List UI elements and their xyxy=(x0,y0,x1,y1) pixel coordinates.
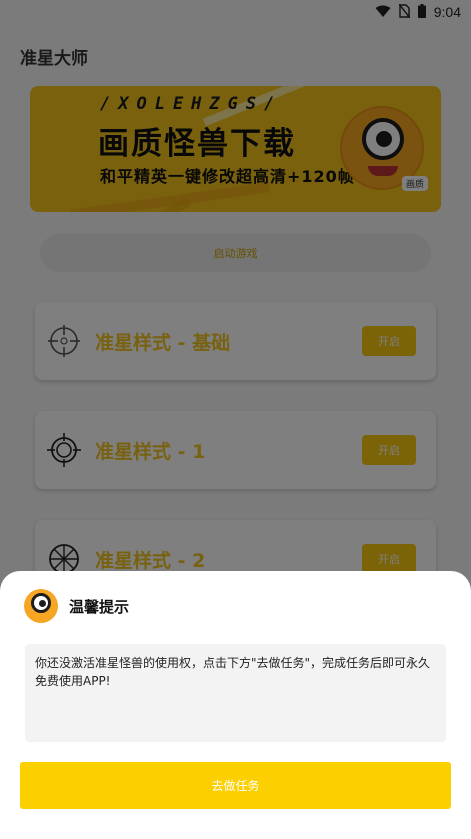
dialog-sheet: 温馨提示 你还没激活准星怪兽的使用权，点击下方"去做任务"，完成任务后即可永久免… xyxy=(0,571,471,839)
dialog-title: 温馨提示 xyxy=(69,598,130,616)
mascot-avatar-icon xyxy=(24,589,58,623)
dialog-message: 你还没激活准星怪兽的使用权，点击下方"去做任务"，完成任务后即可永久免费使用AP… xyxy=(25,644,446,742)
do-task-button[interactable]: 去做任务 xyxy=(20,762,451,809)
